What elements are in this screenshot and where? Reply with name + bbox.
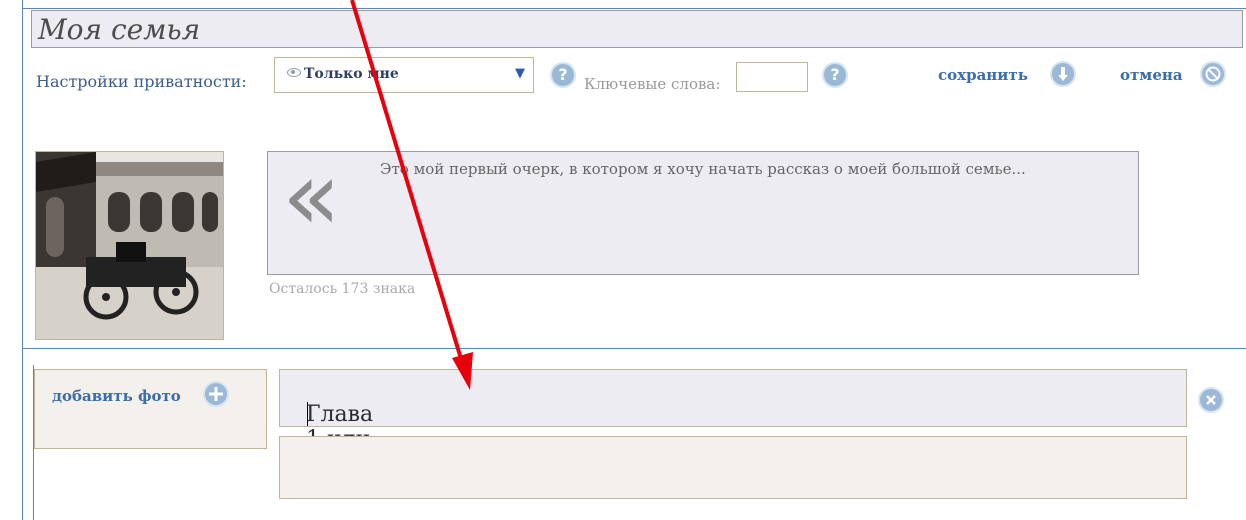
privacy-label: Настройки приватности: <box>36 72 247 91</box>
add-photo-button[interactable]: добавить фото <box>52 387 181 405</box>
add-photo-box[interactable]: добавить фото <box>34 369 267 449</box>
excerpt-box[interactable]: « Это мой первый очерк, в котором я хочу… <box>267 140 1139 275</box>
privacy-help-icon[interactable]: ? <box>550 62 576 88</box>
vintage-car-photo-icon <box>36 152 223 339</box>
dropdown-arrow-icon[interactable]: ▼ <box>515 66 525 81</box>
privacy-selected-value: Только мне <box>304 66 399 82</box>
story-title-bar[interactable]: Моя семья <box>31 10 1243 48</box>
keywords-label: Ключевые слова: <box>584 75 721 93</box>
delete-chapter-icon[interactable] <box>1198 387 1224 413</box>
keywords-input[interactable] <box>736 62 808 92</box>
cancel-button[interactable]: отмена <box>1120 66 1183 84</box>
chapter-body-input[interactable] <box>279 436 1187 499</box>
chars-left-counter: Осталось 173 знака <box>269 281 416 297</box>
keywords-help-icon[interactable]: ? <box>822 62 848 88</box>
text-cursor <box>307 402 308 426</box>
chapter-title-input[interactable]: Глава 1 или Начало <box>279 369 1187 477</box>
eye-icon <box>287 68 301 77</box>
quote-icon: « <box>282 140 341 252</box>
cancel-forbidden-icon[interactable] <box>1200 61 1226 87</box>
story-title: Моя семья <box>38 13 201 46</box>
excerpt-text: Это мой первый очерк, в котором я хочу н… <box>380 160 1026 178</box>
save-button[interactable]: сохранить <box>938 66 1028 84</box>
story-photo[interactable] <box>35 151 224 340</box>
privacy-select[interactable]: Только мне ▼ <box>274 57 534 93</box>
save-download-icon[interactable] <box>1050 61 1076 87</box>
plus-icon[interactable] <box>203 381 229 407</box>
